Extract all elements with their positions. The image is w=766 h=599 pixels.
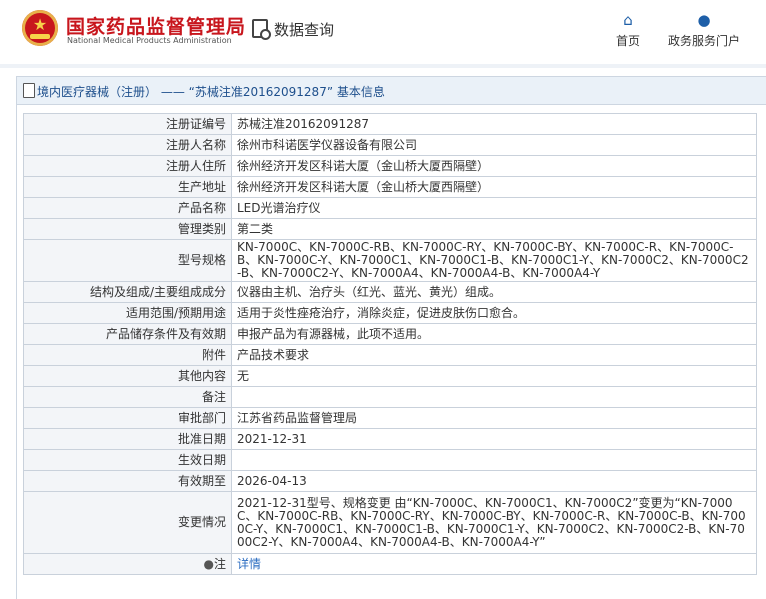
field-label: 注册人住所 [23,155,232,177]
field-label: 变更情况 [23,491,232,554]
field-value: 2026-04-13 [231,470,757,492]
field-label: 其他内容 [23,365,232,387]
nav-gov-service-portal[interactable]: ● 政务服务门户 [666,12,742,49]
field-label: 产品储存条件及有效期 [23,323,232,345]
nav-home[interactable]: ⌂ 首页 [612,12,644,49]
table-row: 注册证编号 苏械注准20162091287 [23,113,757,135]
field-label: 注册人名称 [23,134,232,156]
table-row: 型号规格 KN-7000C、KN-7000C-RB、KN-7000C-RY、KN… [23,239,757,282]
field-label: 生效日期 [23,449,232,471]
field-value: 适用于炎性痤疮治疗，消除炎症，促进皮肤伤口愈合。 [231,302,757,324]
table-row-note: ●注 详情 [23,553,757,575]
field-value [231,449,757,471]
nav-portal-label: 政务服务门户 [667,34,740,48]
table-row: 备注 [23,386,757,408]
field-label: 生产地址 [23,176,232,198]
table-row: 有效期至 2026-04-13 [23,470,757,492]
field-value: 苏械注准20162091287 [231,113,757,135]
data-search-label: 数据查询 [274,21,335,39]
field-value: 产品技术要求 [231,344,757,366]
field-value: 2021-12-31型号、规格变更 由“KN-7000C、KN-7000C1、K… [231,491,757,554]
site-name-en: National Medical Products Administration [67,36,232,45]
field-value: 江苏省药品监督管理局 [231,407,757,429]
field-label: 适用范围/预期用途 [23,302,232,324]
table-row: 附件 产品技术要求 [23,344,757,366]
table-row: 其他内容 无 [23,365,757,387]
field-label: 批准日期 [23,428,232,450]
field-label: 有效期至 [23,470,232,492]
field-value: 2021-12-31 [231,428,757,450]
header-divider [0,64,766,68]
document-search-icon [252,19,271,40]
document-icon [23,83,35,98]
field-value [231,386,757,408]
table-row: 批准日期 2021-12-31 [23,428,757,450]
site-name: 国家药品监督管理局 [66,16,247,38]
note-value-cell: 详情 [231,553,757,575]
field-label: 结构及组成/主要组成成分 [23,281,232,303]
table-row: 产品名称 LED光谱治疗仪 [23,197,757,219]
field-value: 徐州经济开发区科诺大厦（金山桥大厦西隔壁） [231,176,757,198]
table-row: 管理类别 第二类 [23,218,757,240]
field-value: KN-7000C、KN-7000C-RB、KN-7000C-RY、KN-7000… [231,239,757,282]
field-value: 仪器由主机、治疗头（红光、蓝光、黄光）组成。 [231,281,757,303]
field-value: 无 [231,365,757,387]
table-row: 生产地址 徐州经济开发区科诺大厦（金山桥大厦西隔壁） [23,176,757,198]
detail-link[interactable]: 详情 [237,557,261,571]
location-pin-icon: ● [203,556,214,571]
field-label: 注册证编号 [23,113,232,135]
user-icon: ● [697,11,711,29]
field-value: 申报产品为有源器械，此项不适用。 [231,323,757,345]
field-label: 审批部门 [23,407,232,429]
table-row: 审批部门 江苏省药品监督管理局 [23,407,757,429]
field-label: 备注 [23,386,232,408]
field-value: LED光谱治疗仪 [231,197,757,219]
table-row: 注册人住所 徐州经济开发区科诺大厦（金山桥大厦西隔壁） [23,155,757,177]
home-icon: ⌂ [623,11,633,29]
note-label: 注 [213,556,226,571]
detail-panel: 境内医疗器械（注册） —— “苏械注准20162091287” 基本信息 注册证… [16,76,766,599]
field-value: 第二类 [231,218,757,240]
table-row: 变更情况 2021-12-31型号、规格变更 由“KN-7000C、KN-700… [23,491,757,554]
panel-title: 境内医疗器械（注册） —— “苏械注准20162091287” 基本信息 [37,85,385,99]
info-table: 注册证编号 苏械注准20162091287 注册人名称 徐州市科诺医学仪器设备有… [23,113,757,575]
nav-home-label: 首页 [615,34,640,48]
field-value: 徐州经济开发区科诺大厦（金山桥大厦西隔壁） [231,155,757,177]
table-row: 生效日期 [23,449,757,471]
field-value: 徐州市科诺医学仪器设备有限公司 [231,134,757,156]
site-header: ★ 国家药品监督管理局 National Medical Products Ad… [0,0,766,64]
national-emblem-icon: ★ [22,10,58,46]
field-label: 型号规格 [23,239,232,282]
table-row: 产品储存条件及有效期 申报产品为有源器械，此项不适用。 [23,323,757,345]
table-row: 注册人名称 徐州市科诺医学仪器设备有限公司 [23,134,757,156]
field-label: 产品名称 [23,197,232,219]
note-label-cell: ●注 [23,553,232,575]
table-row: 结构及组成/主要组成成分 仪器由主机、治疗头（红光、蓝光、黄光）组成。 [23,281,757,303]
field-label: 管理类别 [23,218,232,240]
field-label: 附件 [23,344,232,366]
table-row: 适用范围/预期用途 适用于炎性痤疮治疗，消除炎症，促进皮肤伤口愈合。 [23,302,757,324]
panel-header: 境内医疗器械（注册） —— “苏械注准20162091287” 基本信息 [17,77,766,105]
